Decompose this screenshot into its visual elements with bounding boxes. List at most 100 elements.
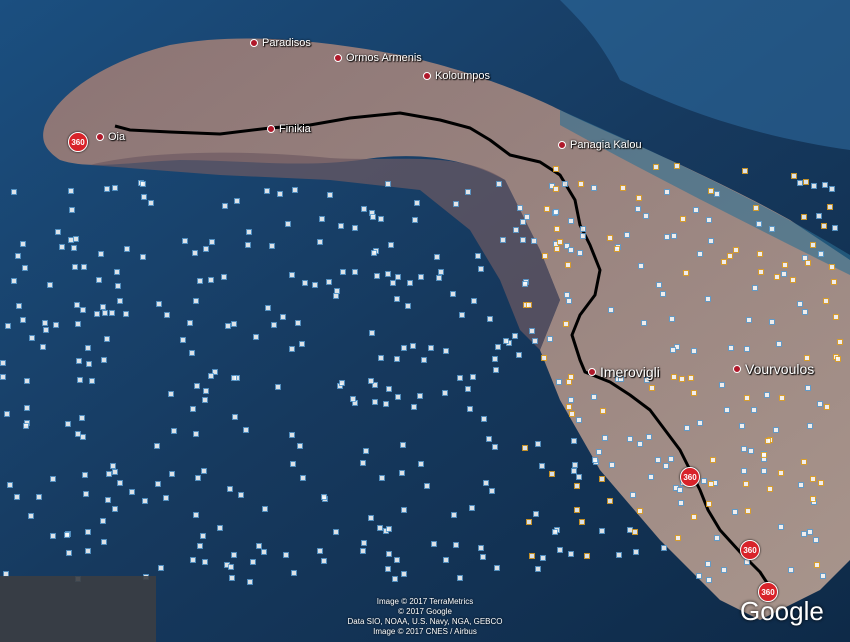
photo-marker[interactable] xyxy=(231,321,237,327)
photo-marker[interactable] xyxy=(646,434,652,440)
photo-marker[interactable] xyxy=(664,234,670,240)
photo-marker[interactable] xyxy=(112,185,118,191)
photo-marker[interactable] xyxy=(566,379,572,385)
photo-marker[interactable] xyxy=(394,557,400,563)
photo-marker[interactable] xyxy=(110,463,116,469)
photo-marker[interactable] xyxy=(743,481,749,487)
photo-marker[interactable] xyxy=(47,282,53,288)
photo-marker[interactable] xyxy=(0,374,6,380)
photo-marker[interactable] xyxy=(837,339,843,345)
photo-marker[interactable] xyxy=(101,357,107,363)
photo-marker[interactable] xyxy=(475,253,481,259)
photo-marker[interactable] xyxy=(805,260,811,266)
photo-marker[interactable] xyxy=(75,431,81,437)
photo-marker[interactable] xyxy=(28,513,34,519)
photo-marker[interactable] xyxy=(569,411,575,417)
photo-marker[interactable] xyxy=(643,213,649,219)
photo-marker[interactable] xyxy=(410,343,416,349)
photo-marker[interactable] xyxy=(253,334,259,340)
photo-marker[interactable] xyxy=(801,214,807,220)
photo-marker[interactable] xyxy=(744,346,750,352)
photo-marker[interactable] xyxy=(392,576,398,582)
photo-marker[interactable] xyxy=(552,529,558,535)
place-vourvoulos[interactable]: Vourvoulos xyxy=(733,361,814,377)
photo-marker[interactable] xyxy=(377,525,383,531)
photo-marker[interactable] xyxy=(443,557,449,563)
photo-marker[interactable] xyxy=(522,281,528,287)
photo-marker[interactable] xyxy=(407,280,413,286)
photo-marker[interactable] xyxy=(368,515,374,521)
photo-marker[interactable] xyxy=(383,401,389,407)
photo-marker[interactable] xyxy=(547,336,553,342)
photo-marker[interactable] xyxy=(778,470,784,476)
photo-marker[interactable] xyxy=(11,278,17,284)
photo-marker[interactable] xyxy=(556,379,562,385)
photo-marker[interactable] xyxy=(352,269,358,275)
photo-marker[interactable] xyxy=(495,344,501,350)
photo-marker[interactable] xyxy=(168,391,174,397)
place-oia[interactable]: Oia xyxy=(96,131,125,143)
photo-marker[interactable] xyxy=(663,463,669,469)
photo-marker[interactable] xyxy=(457,375,463,381)
photo-marker[interactable] xyxy=(295,320,301,326)
photo-marker[interactable] xyxy=(706,501,712,507)
photo-marker[interactable] xyxy=(411,404,417,410)
photo-marker[interactable] xyxy=(114,269,120,275)
photo-marker[interactable] xyxy=(76,358,82,364)
photo-marker[interactable] xyxy=(291,570,297,576)
photo-marker[interactable] xyxy=(580,226,586,232)
photo-marker[interactable] xyxy=(708,188,714,194)
photo-marker[interactable] xyxy=(671,233,677,239)
photo-marker[interactable] xyxy=(706,217,712,223)
photo-marker[interactable] xyxy=(683,270,689,276)
photo-marker[interactable] xyxy=(141,194,147,200)
photo-marker[interactable] xyxy=(171,428,177,434)
photo-marker[interactable] xyxy=(630,492,636,498)
photo-marker[interactable] xyxy=(264,188,270,194)
photo-marker[interactable] xyxy=(758,269,764,275)
photo-marker[interactable] xyxy=(333,529,339,535)
photo-marker[interactable] xyxy=(831,279,837,285)
photo-marker[interactable] xyxy=(664,189,670,195)
photo-marker[interactable] xyxy=(317,239,323,245)
photo-marker[interactable] xyxy=(194,383,200,389)
photo-marker[interactable] xyxy=(209,239,215,245)
photo-marker[interactable] xyxy=(221,274,227,280)
photo-marker[interactable] xyxy=(576,417,582,423)
photo-marker[interactable] xyxy=(503,338,509,344)
photo-marker[interactable] xyxy=(565,262,571,268)
photo-marker[interactable] xyxy=(576,474,582,480)
photo-marker[interactable] xyxy=(539,463,545,469)
photo-marker[interactable] xyxy=(428,345,434,351)
photo-marker[interactable] xyxy=(385,271,391,277)
photo-marker[interactable] xyxy=(719,382,725,388)
photo-marker[interactable] xyxy=(517,205,523,211)
photo-marker[interactable] xyxy=(300,475,306,481)
photo-marker[interactable] xyxy=(526,519,532,525)
photo-marker[interactable] xyxy=(438,269,444,275)
photo-marker[interactable] xyxy=(752,285,758,291)
photo-marker[interactable] xyxy=(371,250,377,256)
photo-marker[interactable] xyxy=(312,282,318,288)
photo-marker[interactable] xyxy=(494,565,500,571)
photo-marker[interactable] xyxy=(86,361,92,367)
photo-marker[interactable] xyxy=(169,471,175,477)
photo-marker[interactable] xyxy=(648,474,654,480)
photo-marker[interactable] xyxy=(238,492,244,498)
photo-marker[interactable] xyxy=(748,448,754,454)
photo-marker[interactable] xyxy=(104,186,110,192)
photo-marker[interactable] xyxy=(592,457,598,463)
photo-marker[interactable] xyxy=(563,321,569,327)
photo-marker[interactable] xyxy=(115,283,121,289)
photo-marker[interactable] xyxy=(756,221,762,227)
photo-marker[interactable] xyxy=(574,483,580,489)
photo-marker[interactable] xyxy=(757,251,763,257)
photo-marker[interactable] xyxy=(746,317,752,323)
photo-marker[interactable] xyxy=(832,225,838,231)
photo-marker[interactable] xyxy=(82,472,88,478)
photo-marker[interactable] xyxy=(68,237,74,243)
photo-marker[interactable] xyxy=(820,573,826,579)
photo-marker[interactable] xyxy=(721,567,727,573)
photo-marker[interactable] xyxy=(674,163,680,169)
photo-marker[interactable] xyxy=(155,481,161,487)
